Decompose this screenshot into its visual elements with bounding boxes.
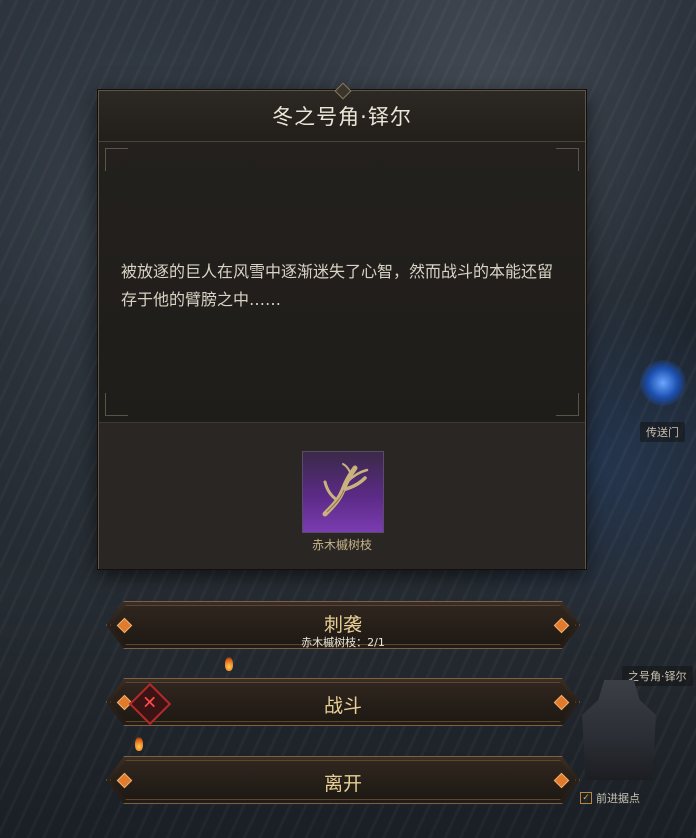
corner-ornament (105, 148, 128, 171)
leave-button[interactable]: 离开 (106, 756, 580, 804)
checkmark-icon: ✓ (580, 792, 592, 804)
fire-icon (225, 657, 233, 671)
outpost-label: 前进据点 (596, 792, 640, 805)
branch-icon (322, 463, 369, 517)
reward-section: 赤木槭树枝 (99, 422, 585, 569)
sneak-attack-label: 刺袭 (323, 614, 362, 636)
reward-item-slot[interactable] (302, 451, 384, 533)
dialog-body: 被放逐的巨人在风雪中逐渐迷失了心智，然而战斗的本能还留存于他的臂膀之中…… (99, 142, 585, 422)
battle-label: 战斗 (323, 695, 362, 717)
battle-button[interactable]: ✕ 战斗 (106, 678, 580, 726)
corner-ornament (105, 393, 128, 416)
dialog-title: 冬之号角·铎尔 (272, 105, 412, 129)
corner-ornament (556, 148, 579, 171)
reward-item-name: 赤木槭树枝 (311, 538, 372, 552)
dialog-header: 冬之号角·铎尔 (99, 82, 585, 142)
portal-icon[interactable] (640, 360, 686, 406)
sneak-attack-button[interactable]: 刺袭 赤木槭树枝：2/1 (106, 601, 580, 649)
sneak-attack-requirement: 赤木槭树枝：2/1 (301, 636, 385, 649)
outpost-marker[interactable]: ✓ 前进据点 (580, 790, 640, 806)
event-dialog: 冬之号角·铎尔 被放逐的巨人在风雪中逐渐迷失了心智，然而战斗的本能还留存于他的臂… (98, 82, 586, 569)
corner-ornament (556, 393, 579, 416)
leave-label: 离开 (323, 773, 362, 795)
portal-label[interactable]: 传送门 (640, 422, 685, 442)
story-text: 被放逐的巨人在风雪中逐渐迷失了心智，然而战斗的本能还留存于他的臂膀之中…… (121, 262, 554, 309)
fire-icon (135, 737, 143, 751)
